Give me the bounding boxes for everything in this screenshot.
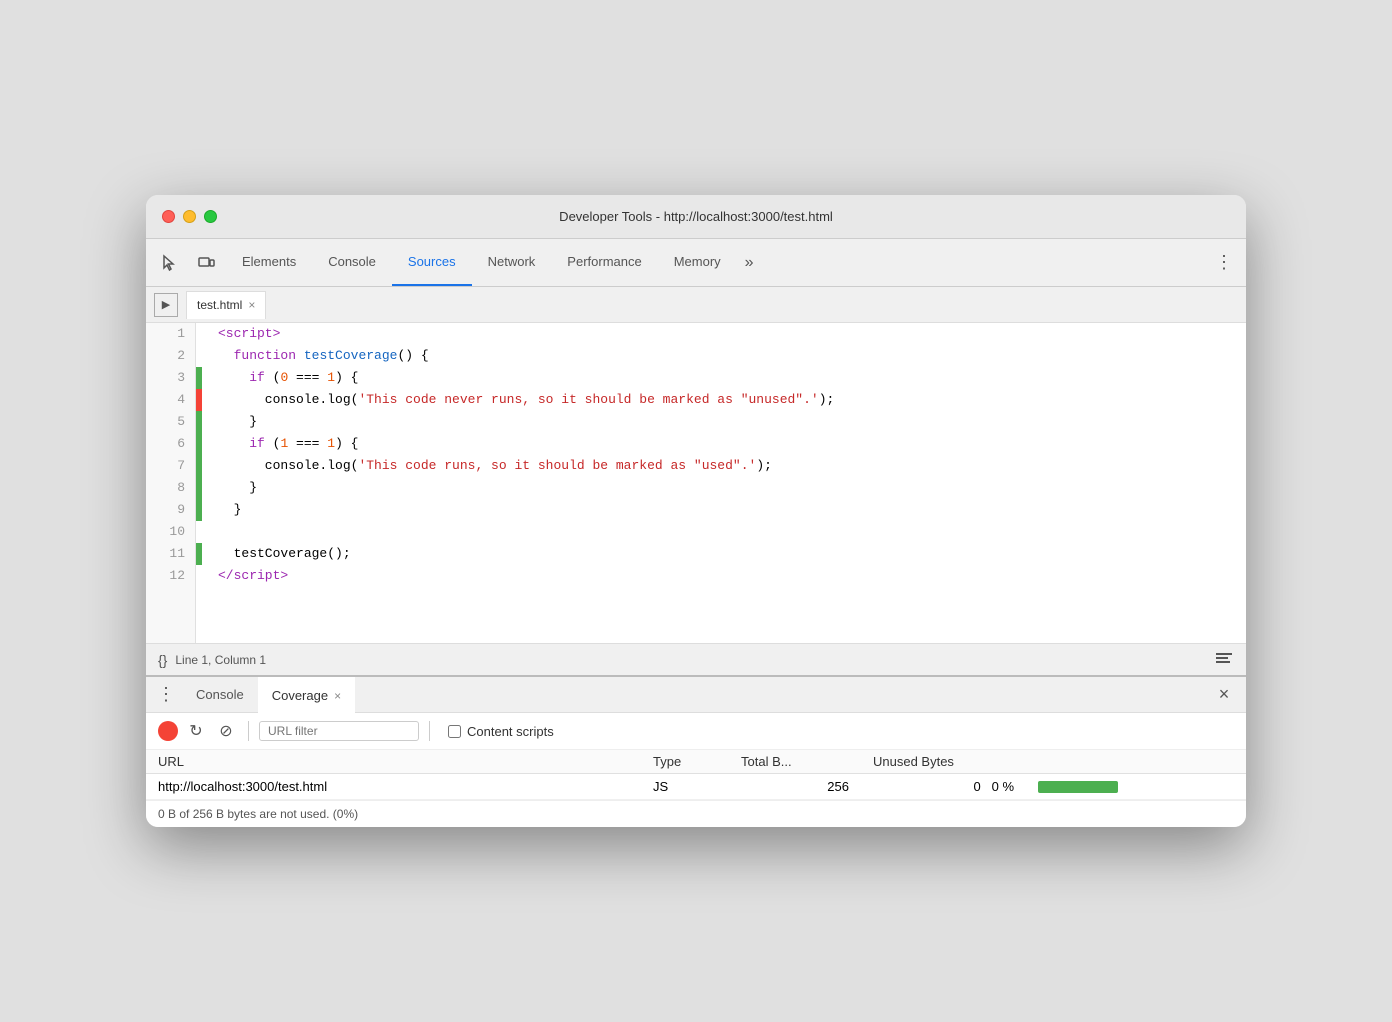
table-row[interactable]: http://localhost:3000/test.html JS 256 0… xyxy=(146,774,1246,800)
code-line-6: if (1 === 1) { xyxy=(218,433,1230,455)
file-tab-close[interactable]: × xyxy=(248,298,255,312)
tab-memory[interactable]: Memory xyxy=(658,239,737,286)
col-header-url: URL xyxy=(146,750,641,774)
code-line-2: function testCoverage() { xyxy=(218,345,1230,367)
tab-elements[interactable]: Elements xyxy=(226,239,312,286)
cell-url: http://localhost:3000/test.html xyxy=(146,774,641,800)
tab-network[interactable]: Network xyxy=(472,239,552,286)
url-filter-input[interactable] xyxy=(259,721,419,741)
content-scripts-checkbox[interactable] xyxy=(448,725,461,738)
format-icon[interactable] xyxy=(1214,648,1234,668)
maximize-button[interactable] xyxy=(204,210,217,223)
line-numbers: 1 2 3 4 5 6 7 8 9 10 11 12 xyxy=(146,323,196,643)
code-line-9: } xyxy=(218,499,1230,521)
content-scripts-area: Content scripts xyxy=(448,724,554,739)
pretty-print-icon[interactable]: {} xyxy=(158,652,167,668)
col-header-unused: Unused Bytes xyxy=(861,750,1026,774)
tab-performance[interactable]: Performance xyxy=(551,239,657,286)
devtools-menu-button[interactable]: ⋮ xyxy=(1210,249,1238,277)
code-line-5: } xyxy=(218,411,1230,433)
coverage-table: URL Type Total B... Unused Bytes http://… xyxy=(146,750,1246,800)
cursor-position: Line 1, Column 1 xyxy=(175,653,266,667)
col-header-bar xyxy=(1026,750,1246,774)
sources-panel: ▶ test.html × 1 2 3 4 5 6 7 8 9 10 11 12 xyxy=(146,287,1246,675)
tab-console-bottom[interactable]: Console xyxy=(182,677,258,713)
window-title: Developer Tools - http://localhost:3000/… xyxy=(559,209,833,224)
coverage-tab-close[interactable]: × xyxy=(334,689,341,703)
devtools-window: Developer Tools - http://localhost:3000/… xyxy=(146,195,1246,827)
file-tab-name: test.html xyxy=(197,298,242,312)
coverage-tab-label: Coverage xyxy=(272,688,328,703)
close-bottom-panel-button[interactable]: × xyxy=(1210,681,1238,709)
device-icon[interactable] xyxy=(190,247,222,279)
content-scripts-label: Content scripts xyxy=(467,724,554,739)
reload-button[interactable]: ↻ xyxy=(184,719,208,743)
usage-bar-fill xyxy=(1038,781,1118,793)
clear-button[interactable]: ⊘ xyxy=(214,719,238,743)
bottom-panel: ⋮ Console Coverage × × ↻ ⊘ Content scrip… xyxy=(146,675,1246,827)
tab-console[interactable]: Console xyxy=(312,239,392,286)
cell-bar xyxy=(1026,774,1246,800)
close-button[interactable] xyxy=(162,210,175,223)
code-content[interactable]: <script> function testCoverage() { if (0… xyxy=(202,323,1246,643)
footer-text: 0 B of 256 B bytes are not used. (0%) xyxy=(158,807,358,821)
titlebar: Developer Tools - http://localhost:3000/… xyxy=(146,195,1246,239)
code-line-12: </script> xyxy=(218,565,1230,587)
coverage-toolbar: ↻ ⊘ Content scripts xyxy=(146,713,1246,750)
col-header-total: Total B... xyxy=(729,750,861,774)
code-line-7: console.log('This code runs, so it shoul… xyxy=(218,455,1230,477)
file-tabs-bar: ▶ test.html × xyxy=(146,287,1246,323)
code-line-3: if (0 === 1) { xyxy=(218,367,1230,389)
code-editor[interactable]: 1 2 3 4 5 6 7 8 9 10 11 12 xyxy=(146,323,1246,643)
usage-bar xyxy=(1038,781,1118,793)
cell-unused: 0 0 % xyxy=(861,774,1026,800)
status-right xyxy=(1214,648,1234,671)
code-line-4: console.log('This code never runs, so it… xyxy=(218,389,1230,411)
cell-total: 256 xyxy=(729,774,861,800)
devtools-tabs: Elements Console Sources Network Perform… xyxy=(226,239,762,286)
bottom-tabs-bar: ⋮ Console Coverage × × xyxy=(146,677,1246,713)
cursor-icon[interactable] xyxy=(154,247,186,279)
devtools-toolbar: Elements Console Sources Network Perform… xyxy=(146,239,1246,287)
minimize-button[interactable] xyxy=(183,210,196,223)
footer-status: 0 B of 256 B bytes are not used. (0%) xyxy=(146,800,1246,827)
code-line-10 xyxy=(218,521,1230,543)
tab-sources[interactable]: Sources xyxy=(392,239,472,286)
tab-coverage[interactable]: Coverage × xyxy=(258,677,355,713)
code-line-8: } xyxy=(218,477,1230,499)
cell-type: JS xyxy=(641,774,729,800)
more-tabs-button[interactable]: » xyxy=(737,239,762,286)
record-button[interactable] xyxy=(158,721,178,741)
file-navigator-icon[interactable]: ▶ xyxy=(154,293,178,317)
code-line-1: <script> xyxy=(218,323,1230,345)
traffic-lights xyxy=(162,210,217,223)
bottom-panel-menu[interactable]: ⋮ xyxy=(154,683,178,707)
status-bar: {} Line 1, Column 1 xyxy=(146,643,1246,675)
col-header-type: Type xyxy=(641,750,729,774)
code-line-11: testCoverage(); xyxy=(218,543,1230,565)
file-tab-test-html[interactable]: test.html × xyxy=(186,291,266,319)
